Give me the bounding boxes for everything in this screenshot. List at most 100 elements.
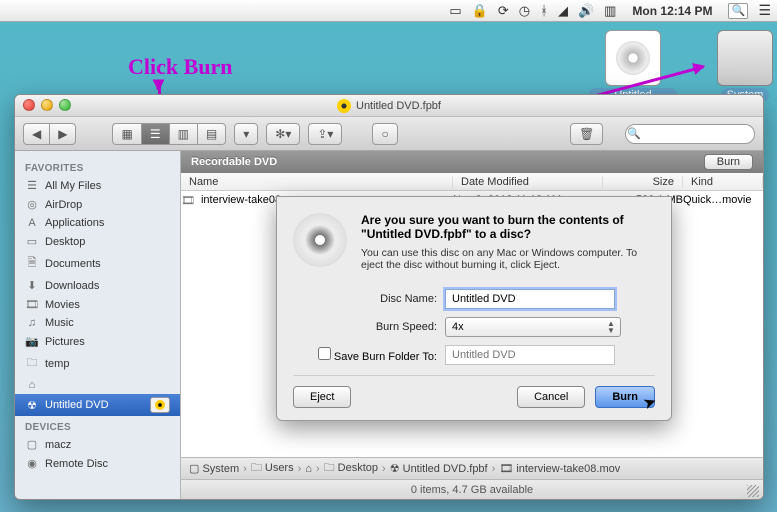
path-seg[interactable]: 🗀 Users: [251, 459, 294, 478]
search-input[interactable]: [625, 124, 755, 144]
sidebar-icon: ▭: [25, 235, 39, 248]
tag-button[interactable]: ○: [372, 123, 397, 145]
sidebar-icon: 🗀: [25, 354, 39, 373]
sidebar-item-label: AirDrop: [45, 199, 82, 211]
path-seg[interactable]: ☢ Untitled DVD.fpbf: [390, 462, 488, 475]
action-button[interactable]: ✻▾: [266, 123, 300, 145]
path-seg[interactable]: ▢ System: [189, 462, 239, 475]
sidebar-icon: ⌂: [25, 379, 39, 391]
col-size[interactable]: Size: [603, 176, 683, 188]
bluetooth-icon[interactable]: ᚼ: [540, 3, 548, 18]
share-button[interactable]: ⇪▾: [308, 123, 342, 145]
sidebar-icon: 📷: [25, 335, 39, 348]
icon-view-button[interactable]: ▦: [112, 123, 140, 145]
sidebar-item[interactable]: ☰All My Files: [15, 176, 180, 195]
notification-center-icon[interactable]: ☰: [758, 2, 771, 19]
burn-badge-icon[interactable]: [150, 397, 170, 413]
wifi-icon[interactable]: ◢: [558, 3, 568, 19]
cancel-button[interactable]: Cancel: [517, 386, 585, 408]
sidebar-item[interactable]: 🗀 temp: [15, 351, 180, 376]
sidebar-item[interactable]: ⌂: [15, 376, 180, 394]
sidebar-item[interactable]: 🎞Movies: [15, 295, 180, 314]
battery-icon[interactable]: ▥: [604, 3, 616, 19]
close-button[interactable]: [23, 99, 35, 111]
sidebar-item-label: macz: [45, 439, 71, 451]
burn-speed-value: 4x: [452, 321, 464, 333]
save-folder-input: [445, 345, 615, 365]
path-seg[interactable]: 🎞 interview-take08.mov: [499, 462, 620, 475]
sidebar-item[interactable]: ▢ macz: [15, 435, 180, 454]
minimize-button[interactable]: [41, 99, 53, 111]
sidebar-icon: ▢: [25, 438, 39, 451]
disc-icon: [293, 213, 347, 267]
col-date[interactable]: Date Modified: [453, 176, 603, 188]
sync-icon[interactable]: ⟳: [498, 3, 509, 19]
save-folder-checkbox[interactable]: [318, 347, 331, 360]
column-view-button[interactable]: ▥: [169, 123, 197, 145]
col-name[interactable]: Name: [181, 176, 453, 188]
sidebar-item-label: temp: [45, 358, 69, 370]
lock-icon[interactable]: 🔒: [472, 3, 488, 19]
volume-icon[interactable]: 🔊: [578, 3, 594, 19]
titlebar[interactable]: Untitled DVD.fpbf: [15, 95, 763, 117]
disc-name-label: Disc Name:: [317, 293, 437, 305]
forward-button[interactable]: ▶: [49, 123, 76, 145]
airplay-icon[interactable]: ▭: [449, 3, 461, 19]
sidebar-item[interactable]: 📷 Pictures: [15, 332, 180, 351]
burn-button[interactable]: Burn: [704, 154, 753, 170]
resize-grip[interactable]: [747, 485, 759, 497]
window-title: Untitled DVD.fpbf: [356, 100, 441, 112]
burn-speed-label: Burn Speed:: [317, 321, 437, 333]
arrange-button[interactable]: ▾: [234, 123, 258, 145]
path-seg[interactable]: 🗀 Desktop: [324, 459, 378, 478]
burn-speed-select[interactable]: 4x ▲▼: [445, 317, 621, 337]
menubar-clock[interactable]: Mon 12:14 PM: [632, 4, 712, 18]
recordable-dvd-header: Recordable DVD Burn: [181, 151, 763, 173]
file-kind: Quick…movie: [683, 194, 763, 206]
toolbar-search: 🔍: [611, 124, 755, 144]
burn-sheet: Are you sure you want to burn the conten…: [276, 196, 672, 421]
sidebar-item[interactable]: ♫ Music: [15, 314, 180, 332]
sidebar-item-label: Applications: [45, 217, 104, 229]
sidebar-item[interactable]: A Applications: [15, 214, 180, 232]
nav-buttons: ◀ ▶: [23, 123, 76, 145]
sidebar: FAVORITES ☰All My Files◎AirDropAApplicat…: [15, 151, 181, 499]
column-headers: Name Date Modified Size Kind: [181, 173, 763, 191]
col-kind[interactable]: Kind: [683, 176, 763, 188]
sidebar-item[interactable]: ▭Desktop: [15, 232, 180, 251]
sheet-heading: Are you sure you want to burn the conten…: [361, 213, 655, 241]
window-controls: [23, 99, 71, 111]
burn-confirm-button[interactable]: Burn ➤: [595, 386, 655, 408]
list-view-button[interactable]: ☰: [141, 123, 169, 145]
sidebar-item-label: Downloads: [45, 280, 99, 292]
trash-button[interactable]: 🗑: [570, 123, 603, 145]
sidebar-item-label: Untitled DVD: [45, 399, 109, 411]
sidebar-item-untitled-dvd[interactable]: ☢ Untitled DVD: [15, 394, 180, 416]
sidebar-item-label: Music: [45, 317, 74, 329]
coverflow-view-button[interactable]: ▤: [197, 123, 226, 145]
save-folder-label: Save Burn Folder To:: [334, 351, 437, 363]
sidebar-item-label: Remote Disc: [45, 458, 108, 470]
eject-button[interactable]: Eject: [293, 386, 351, 408]
path-bar: ▢ System› 🗀 Users› ⌂› 🗀 Desktop› ☢ Untit…: [181, 457, 763, 479]
path-seg[interactable]: ⌂: [305, 463, 312, 475]
cursor-icon: ➤: [642, 393, 659, 413]
sidebar-icon: 🗎: [25, 254, 39, 273]
sidebar-icon: A: [25, 217, 39, 229]
sheet-subtext: You can use this disc on any Mac or Wind…: [361, 247, 655, 271]
movie-file-icon: 🎞: [181, 194, 195, 207]
annotation-text: Click Burn: [128, 54, 233, 80]
back-button[interactable]: ◀: [23, 123, 49, 145]
sidebar-item[interactable]: ◉Remote Disc: [15, 454, 180, 473]
menubar: ▭ 🔒 ⟳ ◷ ᚼ ◢ 🔊 ▥ Mon 12:14 PM 🔍 ☰: [0, 0, 777, 22]
sidebar-item[interactable]: 🗎Documents: [15, 251, 180, 276]
desktop-system-drive[interactable]: System: [700, 30, 777, 102]
spotlight-icon[interactable]: 🔍: [728, 3, 748, 19]
sidebar-item[interactable]: ◎AirDrop: [15, 195, 180, 214]
disc-name-input[interactable]: [445, 289, 615, 309]
zoom-button[interactable]: [59, 99, 71, 111]
sidebar-item[interactable]: ⬇Downloads: [15, 276, 180, 295]
timemachine-icon[interactable]: ◷: [519, 3, 530, 19]
sidebar-icon: ♫: [25, 317, 39, 329]
sidebar-item-label: Pictures: [45, 336, 85, 348]
